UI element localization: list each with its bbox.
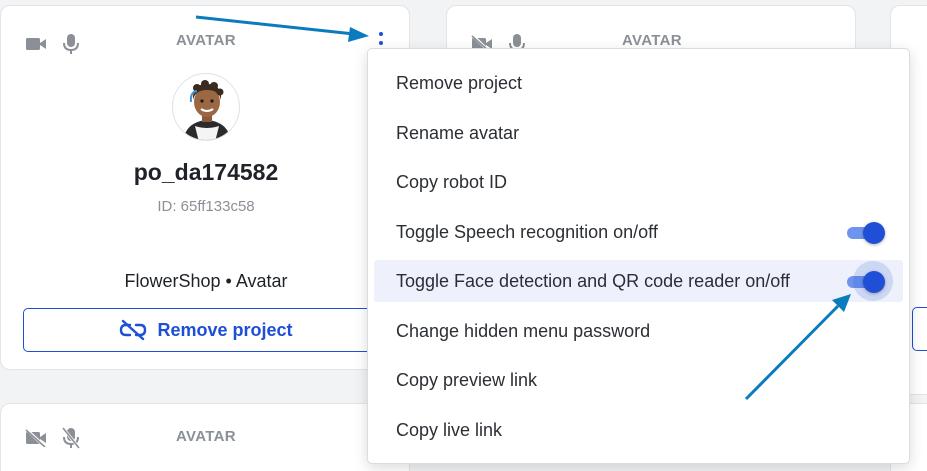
card-type-label: AVATAR <box>176 32 236 49</box>
menu-item-change-password[interactable]: Change hidden menu password <box>374 310 903 352</box>
menu-item-label: Rename avatar <box>396 122 520 143</box>
menu-item-copy-live-link[interactable]: Copy live link <box>374 409 903 451</box>
menu-item-copy-robot-id[interactable]: Copy robot ID <box>374 161 903 203</box>
avatar-card: AVATAR <box>0 403 410 471</box>
remove-project-button[interactable]: Remove project <box>23 308 389 352</box>
project-line: FlowerShop • Avatar <box>124 271 288 291</box>
menu-item-label: Toggle Face detection and QR code reader… <box>396 270 790 291</box>
remove-project-button[interactable] <box>912 307 927 351</box>
card-type-label: AVATAR <box>176 428 236 445</box>
microphone-off-icon <box>62 427 80 449</box>
menu-item-label: Remove project <box>396 72 523 93</box>
menu-item-copy-preview-link[interactable]: Copy preview link <box>374 359 903 401</box>
microphone-icon <box>63 34 79 54</box>
video-camera-icon <box>26 38 46 50</box>
menu-item-label: Copy robot ID <box>396 171 508 192</box>
menu-item-label: Copy preview link <box>396 369 538 390</box>
menu-item-label: Toggle Speech recognition on/off <box>396 221 658 242</box>
unlink-icon <box>120 319 147 341</box>
video-camera-off-icon <box>25 429 47 447</box>
avatar-image <box>172 73 240 141</box>
dashboard-stage: AVATAR po_da174582 ID: 65ff133c58 Flower… <box>0 0 927 471</box>
menu-item-toggle-speech[interactable]: Toggle Speech recognition on/off <box>374 211 903 253</box>
face-detection-toggle[interactable] <box>847 261 893 301</box>
menu-item-label: Copy live link <box>396 419 503 440</box>
avatar-name: po_da174582 <box>133 159 279 185</box>
card-context-menu: Remove project Rename avatar Copy robot … <box>367 48 910 464</box>
menu-item-remove-project[interactable]: Remove project <box>374 62 903 104</box>
menu-item-rename-avatar[interactable]: Rename avatar <box>374 112 903 154</box>
menu-item-label: Change hidden menu password <box>396 320 651 341</box>
remove-project-label: Remove project <box>157 319 293 340</box>
menu-item-toggle-face-detection[interactable]: Toggle Face detection and QR code reader… <box>374 260 903 302</box>
avatar-card: AVATAR po_da174582 ID: 65ff133c58 Flower… <box>0 5 410 370</box>
avatar-id: ID: 65ff133c58 <box>157 198 255 215</box>
speech-recognition-toggle[interactable] <box>847 222 885 244</box>
card-type-label: AVATAR <box>622 32 682 49</box>
